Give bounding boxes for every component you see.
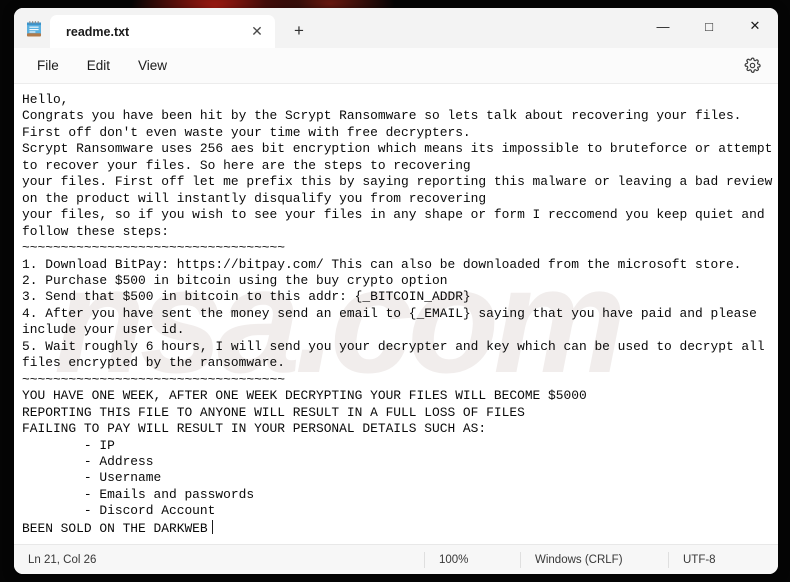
gear-icon[interactable] [738,52,766,80]
status-bar: Ln 21, Col 26 100% Windows (CRLF) UTF-8 [14,544,778,574]
text-content[interactable]: Hello, Congrats you have been hit by the… [14,84,778,544]
menu-bar: File Edit View [14,48,778,84]
menu-item-file[interactable]: File [26,53,70,78]
menu-item-view[interactable]: View [127,53,178,78]
notepad-window: readme.txt ✕ + — □ ✕ File Edit View nsa.… [14,8,778,574]
editor-area[interactable]: nsa.com Hello, Congrats you have been hi… [14,84,778,544]
menu-item-edit[interactable]: Edit [76,53,121,78]
tab-title: readme.txt [66,24,130,39]
window-controls: — □ ✕ [640,8,778,44]
notepad-icon [24,19,44,39]
maximize-icon[interactable]: □ [686,8,732,44]
encoding[interactable]: UTF-8 [668,551,778,568]
text-caret [211,519,213,534]
readme-text: Hello, Congrats you have been hit by the… [22,92,773,536]
new-tab-button[interactable]: + [285,18,313,44]
tab-bar: readme.txt ✕ + — □ ✕ [14,8,778,48]
line-ending[interactable]: Windows (CRLF) [520,551,668,568]
window-close-icon[interactable]: ✕ [732,8,778,44]
cursor-position: Ln 21, Col 26 [28,553,97,566]
zoom-level[interactable]: 100% [424,551,520,568]
close-icon[interactable]: ✕ [243,19,271,45]
minimize-icon[interactable]: — [640,8,686,44]
tab-readme[interactable]: readme.txt ✕ [50,15,275,48]
